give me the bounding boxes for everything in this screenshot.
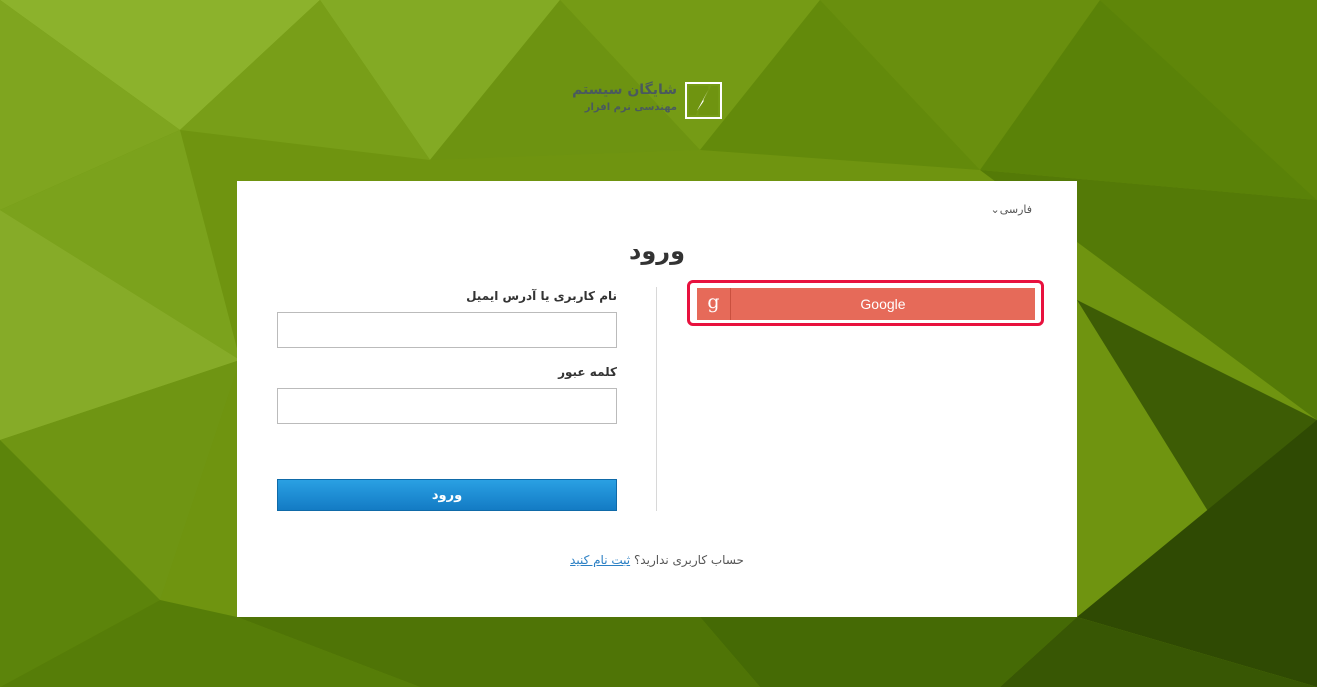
brand-tagline: مهندسی نرم افزار [584, 102, 677, 113]
register-question: حساب کاربری ندارید؟ [633, 553, 744, 567]
register-prompt: حساب کاربری ندارید؟ ثبت نام کنید [237, 553, 1077, 567]
chevron-down-icon: ⌄ [990, 203, 1000, 216]
password-label: کلمه عبور [558, 365, 617, 379]
register-link[interactable]: ثبت نام کنید [570, 553, 630, 567]
language-selector[interactable]: فارسی⌄ [990, 203, 1032, 216]
column-divider [656, 287, 657, 511]
brand-logo: شایگان سیستم مهندسی نرم افزار [572, 80, 725, 122]
google-button-label: Google [860, 296, 906, 312]
password-input[interactable] [277, 388, 617, 424]
login-card: فارسی⌄ ورود g Google نام کاربری یا آدرس … [237, 181, 1077, 617]
google-login-button[interactable]: g Google [697, 288, 1035, 320]
language-label: فارسی [999, 203, 1032, 216]
brand-name: شایگان سیستم [572, 82, 677, 98]
lightning-logo-icon [685, 82, 722, 119]
username-input[interactable] [277, 312, 617, 348]
username-label: نام کاربری یا آدرس ایمیل [466, 289, 617, 303]
google-g-icon: g [697, 288, 731, 320]
page-title: ورود [629, 237, 685, 265]
login-submit-button[interactable]: ورود [277, 479, 617, 511]
